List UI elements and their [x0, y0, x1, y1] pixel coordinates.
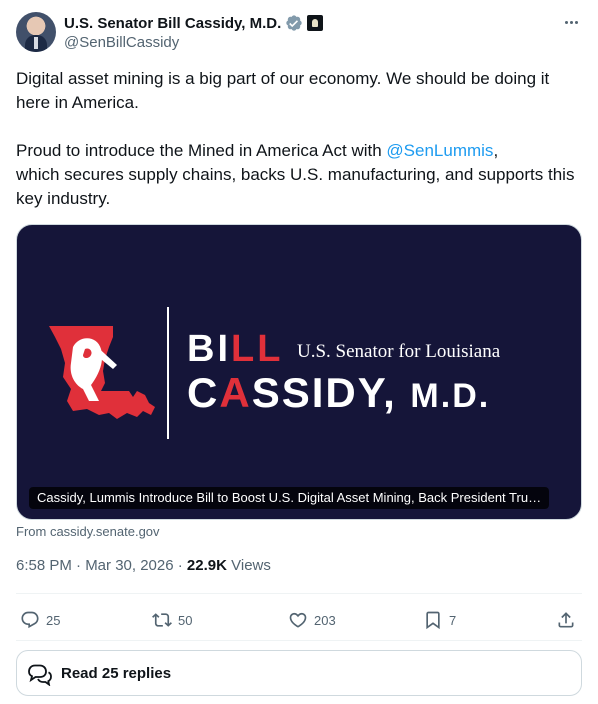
logo-subtitle: U.S. Senator for Louisiana — [297, 341, 501, 362]
more-icon[interactable] — [560, 12, 582, 32]
share-icon — [558, 612, 574, 628]
like-count: 203 — [314, 612, 336, 628]
reply-button[interactable]: 25 — [20, 606, 60, 634]
tweet-meta: 6:58 PM · Mar 30, 2026 · 22.9K Views — [16, 557, 271, 574]
tweet-text-segment: which secures supply chains, backs U.S. … — [16, 165, 575, 208]
verified-badge-icon — [286, 15, 302, 31]
logo-last-name: CASSIDY, M.D. — [187, 369, 490, 416]
bookmark-button[interactable]: 7 — [423, 606, 456, 634]
author-handle[interactable]: @SenBillCassidy — [64, 34, 179, 51]
replies-bubble-icon — [28, 664, 52, 686]
repost-icon — [152, 613, 172, 627]
tweet-text-segment: , — [493, 141, 499, 160]
bookmark-count: 7 — [449, 612, 457, 628]
link-card[interactable]: BILL U.S. Senator for Louisiana CASSIDY,… — [16, 224, 582, 520]
bookmark-icon — [426, 611, 440, 630]
government-badge-icon — [307, 15, 324, 31]
avatar[interactable] — [16, 12, 56, 52]
views-count: 22.9K — [186, 557, 227, 574]
read-replies-button[interactable]: Read 25 replies — [16, 650, 582, 696]
card-title: Cassidy, Lummis Introduce Bill to Boost … — [29, 487, 550, 509]
tweet-text: Digital asset mining is a big part of ou… — [16, 67, 576, 211]
action-bar: 25 50 203 7 — [16, 606, 582, 634]
tweet-header: U.S. Senator Bill Cassidy, M.D. @SenBill… — [16, 12, 582, 54]
timestamp[interactable]: 6:58 PM · Mar 30, 2026 · — [16, 557, 187, 574]
author-name[interactable]: U.S. Senator Bill Cassidy, M.D. — [64, 15, 281, 32]
mention-link[interactable]: @SenLummis — [386, 141, 493, 160]
read-replies-label: Read 25 replies — [61, 664, 172, 682]
like-button[interactable]: 203 — [288, 606, 336, 634]
logo-first-name: BILL — [187, 328, 283, 370]
repost-button[interactable]: 50 — [152, 606, 192, 634]
repost-count: 50 — [178, 612, 193, 628]
louisiana-pelican-icon — [49, 326, 155, 419]
share-button[interactable] — [556, 606, 576, 634]
reply-icon — [21, 611, 39, 629]
tweet-paragraph-1: Digital asset mining is a big part of ou… — [16, 69, 550, 112]
card-logo-image: BILL U.S. Senator for Louisiana CASSIDY,… — [49, 307, 501, 439]
divider — [16, 593, 582, 594]
views-label: Views — [231, 557, 271, 574]
like-icon — [289, 612, 307, 628]
divider — [16, 640, 582, 641]
card-source-link[interactable]: From cassidy.senate.gov — [16, 524, 160, 539]
tweet-paragraph-2: Proud to introduce the Mined in America … — [16, 139, 576, 211]
author-name-row: U.S. Senator Bill Cassidy, M.D. — [64, 13, 324, 33]
tweet-text-segment: Proud to introduce the Mined in America … — [16, 141, 387, 160]
reply-count: 25 — [46, 612, 61, 628]
